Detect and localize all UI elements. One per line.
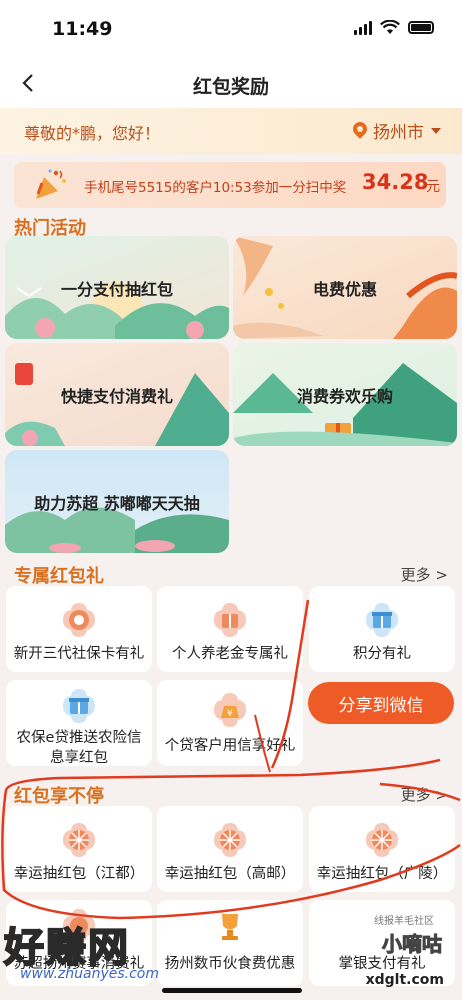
nonstop-item-2[interactable]: 幸运抽红包（高邮） (157, 806, 303, 892)
exclusive-item-4[interactable]: 农保e贷推送农险信息享红包 (6, 680, 152, 766)
city-label: 扬州市 (373, 123, 424, 143)
status-bar: 11:49 (0, 0, 462, 60)
activity-card-label: 电费优惠 (312, 279, 377, 299)
party-popper-icon (36, 169, 66, 199)
activity-card-2[interactable]: 电费优惠 (233, 236, 457, 339)
nonstop-item-label: 幸运抽红包（广陵） (316, 866, 448, 882)
gift-badge-icon (214, 603, 246, 637)
activity-card-label: 助力苏超 苏嘟嘟天天抽 (34, 493, 200, 513)
more-link-exclusive[interactable]: 更多 > (401, 564, 448, 585)
share-wechat-button[interactable]: 分享到微信 (308, 682, 454, 724)
chevron-down-icon (431, 127, 441, 134)
gift-box-icon (63, 689, 95, 723)
section-title-exclusive: 专属红包礼 (14, 566, 104, 587)
exclusive-item-label: 积分有礼 (353, 646, 411, 662)
activity-card-3[interactable]: 快捷支付消费礼 (5, 343, 229, 446)
home-indicator[interactable] (162, 988, 302, 993)
lucky-wheel-icon (366, 823, 398, 857)
greeting-text: 尊敬的*鹏，您好！ (24, 124, 161, 143)
watermark-tagline: 线报羊毛社区 (374, 916, 434, 927)
exclusive-item-label: 个贷客户用信享好礼 (164, 738, 296, 754)
lucky-wheel-icon (63, 823, 95, 857)
activity-card-5[interactable]: 助力苏超 苏嘟嘟天天抽 (5, 450, 229, 553)
status-icons (354, 20, 434, 35)
flower-badge-icon (63, 603, 95, 637)
greeting-bar: 尊敬的*鹏，您好！ 扬州市 (0, 108, 462, 154)
nonstop-item-1[interactable]: 幸运抽红包（江都） (6, 806, 152, 892)
winner-banner: 手机尾号5515的客户10:53参加一分扫中奖 34.28 元 (14, 162, 446, 208)
winner-amount: 34.28 (362, 170, 429, 194)
wifi-icon (380, 20, 400, 34)
nonstop-item-label: 掌银支付有礼 (338, 956, 426, 972)
nonstop-item-label: 幸运抽红包（高邮） (164, 866, 296, 882)
activity-card-1[interactable]: 一分支付抽红包 (5, 236, 229, 339)
nonstop-item-label: 幸运抽红包（江都） (13, 866, 145, 882)
watermark-domain: xdglt.com (365, 972, 444, 988)
trophy-icon (222, 914, 238, 940)
watermark-logo-left: 好赚网 (3, 924, 130, 972)
nonstop-item-3[interactable]: 幸运抽红包（广陵） (309, 806, 455, 892)
activity-card-label: 快捷支付消费礼 (60, 386, 173, 406)
gift-box-icon (366, 603, 398, 637)
money-bag-icon: ¥ (214, 693, 246, 727)
winner-text: 手机尾号5515的客户10:53参加一分扫中奖 (84, 180, 347, 196)
exclusive-item-1[interactable]: 新开三代社保卡有礼 (6, 586, 152, 672)
watermark-logo-right: 小嘀咕 (382, 932, 443, 957)
nonstop-item-label: 扬州数币伙食费优惠 (164, 956, 296, 972)
exclusive-item-2[interactable]: 个人养老金专属礼 (157, 586, 303, 672)
cellular-signal-icon (354, 20, 372, 35)
lucky-wheel-icon (214, 823, 246, 857)
battery-icon (408, 21, 434, 34)
page-title: 红包奖励 (192, 76, 269, 98)
activity-card-label: 消费券欢乐购 (296, 386, 393, 406)
exclusive-item-3[interactable]: 积分有礼 (309, 586, 455, 672)
status-time: 11:49 (52, 18, 113, 40)
exclusive-item-label: 个人养老金专属礼 (172, 646, 288, 662)
exclusive-item-label: 新开三代社保卡有礼 (13, 646, 145, 662)
winner-unit: 元 (426, 179, 440, 195)
nav-bar: 红包奖励 (0, 60, 462, 108)
exclusive-item-5[interactable]: ¥ 个贷客户用信享好礼 (157, 680, 303, 766)
watermark-url: www.zhuanyes.com (20, 966, 159, 982)
location-selector[interactable]: 扬州市 (353, 118, 442, 143)
svg-text:¥: ¥ (227, 709, 233, 719)
nonstop-item-5[interactable]: 扬州数币伙食费优惠 (157, 900, 303, 986)
exclusive-item-label: 农保e贷推送农险信息享红包 (16, 730, 142, 766)
activity-card-4[interactable]: 消费券欢乐购 (233, 343, 457, 446)
activity-card-label: 一分支付抽红包 (60, 279, 173, 299)
section-title-nonstop: 红包享不停 (14, 786, 104, 807)
location-pin-icon (353, 122, 367, 140)
more-link-nonstop[interactable]: 更多 > (401, 784, 448, 805)
